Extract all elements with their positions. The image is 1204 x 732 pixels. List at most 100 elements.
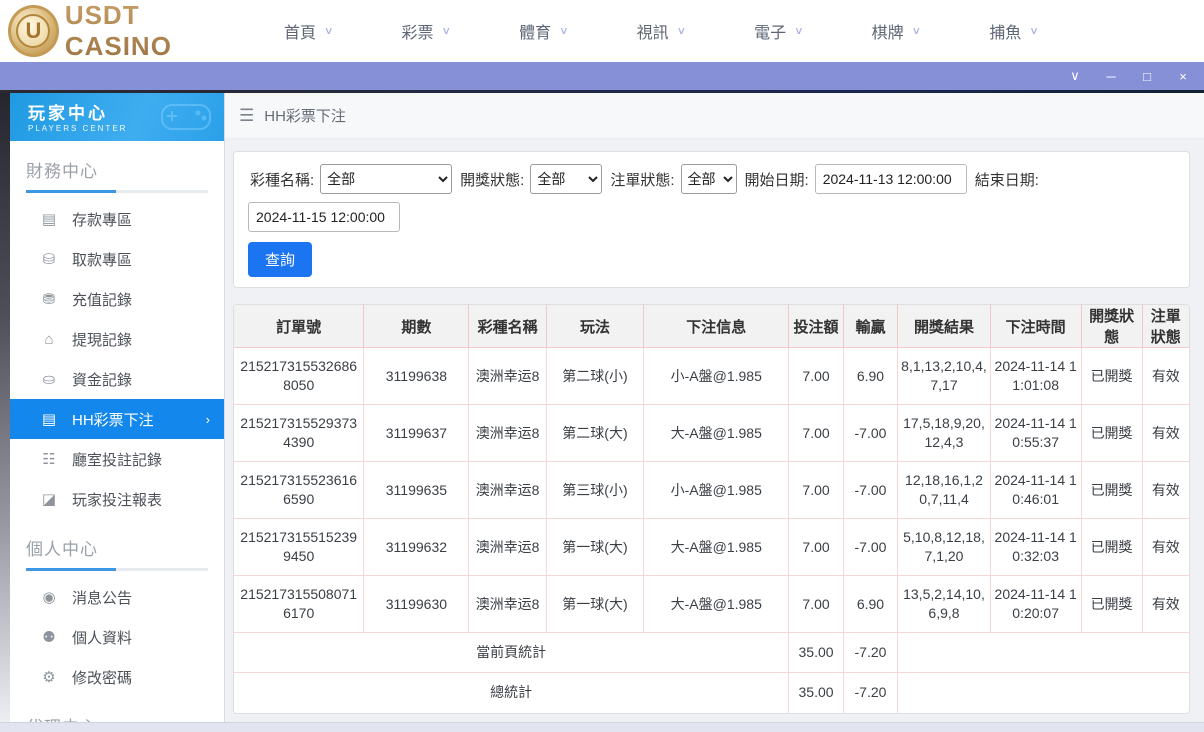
sidebar-item-資金記錄[interactable]: ⛀ 資金記錄 [10, 359, 224, 399]
start-date-label: 開始日期: [744, 171, 809, 189]
sidebar-item-label: 個人資料 [72, 629, 133, 647]
top-bar: U USDT CASINO 首頁 ∨ 彩票 ∨ 體育 ∨ 視訊 ∨ 電子 ∨ 棋牌 ∨ 捕魚 ∨ [0, 0, 1204, 62]
sidebar-item-label: 資金記錄 [72, 371, 133, 389]
sidebar-item-玩家投注報表[interactable]: ◪ 玩家投注報表 [10, 479, 224, 519]
nav-item-5[interactable]: 棋牌 ∨ [838, 19, 956, 43]
nav-item-0[interactable]: 首頁 ∨ [250, 19, 368, 43]
sidebar-item-修改密碼[interactable]: ⚙ 修改密碼 [10, 657, 224, 697]
cell-r0-c5: 7.00 [788, 347, 844, 405]
lottery-name-label: 彩種名稱: [250, 171, 315, 189]
summary-empty [897, 672, 1189, 713]
draw-status-select[interactable]: 全部 [530, 164, 603, 194]
sidebar-header: 玩家中心 PLAYERS CENTER [10, 93, 224, 141]
brand-logo: U USDT CASINO [0, 0, 250, 62]
column-header-9: 開獎狀態 [1080, 305, 1143, 348]
lottery-bet-icon: ▤ [41, 411, 57, 428]
chevron-down-icon: ∨ [794, 24, 804, 37]
column-header-7: 開獎結果 [897, 305, 991, 348]
cell-r1-c3: 第二球(大) [545, 404, 644, 462]
cell-r0-c10: 有效 [1141, 347, 1189, 405]
close-icon[interactable]: × [1170, 65, 1196, 87]
cell-r3-c8: 2024-11-14 10:32:03 [989, 518, 1082, 576]
chevron-down-icon: ∨ [676, 24, 687, 37]
cell-r1-c1: 31199637 [363, 404, 469, 462]
nav-item-1[interactable]: 彩票 ∨ [368, 19, 486, 43]
sidebar: 玩家中心 PLAYERS CENTER 財務中心 ▤ 存款專區 ⛁ 取款專區 ⛃ 充值記錄 ⌂… [10, 93, 225, 722]
sidebar-section-label: 個人中心 [26, 540, 98, 559]
cell-r1-c10: 有效 [1141, 404, 1189, 462]
expand-chevron-icon[interactable]: ∨ [1062, 65, 1088, 87]
start-date-input[interactable] [814, 164, 967, 194]
window-titlebar: ∨ ─ □ × [0, 62, 1204, 90]
left-edge-shadow [0, 93, 10, 722]
nav-item-3[interactable]: 視訊 ∨ [603, 19, 721, 43]
search-button[interactable]: 查詢 [248, 242, 313, 277]
cell-r1-c5: 7.00 [788, 404, 844, 462]
cell-r4-c3: 第一球(大) [545, 575, 644, 633]
player-report-icon: ◪ [41, 491, 57, 508]
column-header-0: 訂單號 [234, 305, 364, 348]
cell-r3-c2: 澳洲幸运8 [468, 518, 547, 576]
bet-status-select[interactable]: 全部 [680, 164, 737, 194]
minimize-icon[interactable]: ─ [1098, 65, 1124, 87]
sidebar-item-消息公告[interactable]: ◉ 消息公告 [10, 577, 224, 617]
withdrawal-record-icon: ⌂ [44, 330, 54, 348]
cell-r2-c2: 澳洲幸运8 [468, 461, 547, 519]
chevron-right-icon: › [205, 411, 210, 427]
cell-r3-c10: 有效 [1141, 518, 1189, 576]
nav-item-2[interactable]: 體育 ∨ [485, 19, 603, 43]
sidebar-item-廳室投註記錄[interactable]: ☷ 廳室投註記錄 [10, 439, 224, 479]
cell-r3-c5: 7.00 [788, 518, 844, 576]
chevron-down-icon: ∨ [559, 24, 569, 37]
cell-r1-c7: 17,5,18,9,20,12,4,3 [897, 404, 991, 462]
chevron-down-icon: ∨ [1029, 24, 1039, 37]
nav-item-label: 捕魚 [989, 25, 1022, 42]
nav-item-label: 彩票 [401, 25, 434, 42]
cell-r4-c6: 6.90 [842, 575, 898, 633]
sidebar-item-存款專區[interactable]: ▤ 存款專區 [10, 199, 224, 239]
cell-r1-c0: 2152173155293734390 [234, 404, 364, 462]
maximize-icon[interactable]: □ [1134, 65, 1160, 87]
sidebar-section-label: 財務中心 [26, 162, 98, 181]
lottery-name-select[interactable]: 全部 [320, 164, 453, 194]
cell-r0-c0: 2152173155326868050 [234, 347, 364, 405]
cell-r0-c1: 31199638 [363, 347, 469, 405]
cell-r2-c0: 2152173155236166590 [234, 461, 364, 519]
cell-r1-c8: 2024-11-14 10:55:37 [989, 404, 1082, 462]
breadcrumb: ☰ HH彩票下注 [225, 93, 1204, 139]
cell-r4-c1: 31199630 [363, 575, 469, 633]
cell-r2-c7: 12,18,16,1,20,7,11,4 [897, 461, 991, 519]
cell-r2-c3: 第三球(小) [545, 461, 644, 519]
column-header-3: 玩法 [545, 305, 644, 348]
cell-r2-c6: -7.00 [842, 461, 898, 519]
sidebar-item-HH彩票下注[interactable]: ▤ HH彩票下注 › [10, 399, 224, 439]
summary-empty [897, 632, 1189, 673]
sidebar-item-提現記錄[interactable]: ⌂ 提現記錄 [10, 319, 224, 359]
sidebar-item-label: 取款專區 [72, 251, 133, 269]
table-row: 2152173155080716170 31199630 澳洲幸运8 第一球(大) 大-… [234, 575, 1189, 633]
end-date-input[interactable] [248, 202, 400, 232]
summary-row-1: 總統計 35.00 -7.20 [234, 672, 1189, 713]
cell-r3-c4: 大-A盤@1.985 [643, 518, 789, 576]
sidebar-section-head-1: 個人中心 [10, 519, 224, 577]
summary-win-loss: -7.20 [842, 672, 898, 713]
main-nav: 首頁 ∨ 彩票 ∨ 體育 ∨ 視訊 ∨ 電子 ∨ 棋牌 ∨ 捕魚 ∨ [250, 19, 1073, 43]
sidebar-item-充值記錄[interactable]: ⛃ 充值記錄 [10, 279, 224, 319]
deposit-icon: ▤ [41, 211, 57, 228]
sidebar-item-取款專區[interactable]: ⛁ 取款專區 [10, 239, 224, 279]
announcement-icon: ◉ [42, 589, 56, 606]
nav-item-4[interactable]: 電子 ∨ [720, 19, 838, 43]
menu-hamburger-icon[interactable]: ☰ [239, 106, 254, 126]
cell-r2-c8: 2024-11-14 10:46:01 [989, 461, 1082, 519]
page-title: HH彩票下注 [264, 108, 346, 125]
sidebar-item-label: 廳室投註記錄 [72, 451, 163, 469]
cell-r1-c4: 大-A盤@1.985 [643, 404, 789, 462]
nav-item-6[interactable]: 捕魚 ∨ [955, 19, 1073, 43]
content: 彩種名稱: 全部 開獎狀態: 全部 注單狀態: 全部 開始日期: 2024-11… [225, 139, 1204, 722]
cell-r3-c9: 已開獎 [1080, 518, 1143, 576]
cell-r3-c3: 第一球(大) [545, 518, 644, 576]
sidebar-item-個人資料[interactable]: ⚉ 個人資料 [10, 617, 224, 657]
cell-r0-c2: 澳洲幸运8 [468, 347, 547, 405]
nav-item-label: 棋牌 [871, 25, 904, 42]
withdraw-icon: ⛁ [42, 251, 56, 268]
